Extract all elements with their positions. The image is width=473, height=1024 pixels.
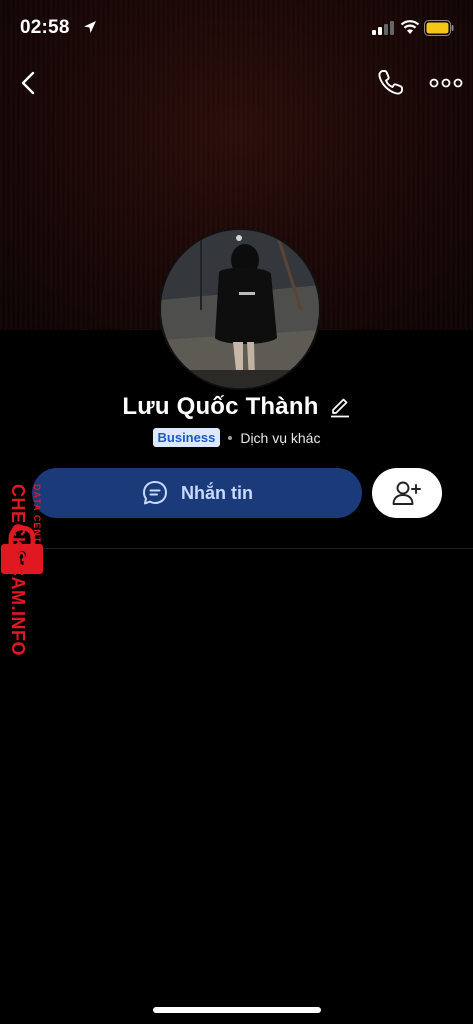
business-category: Dịch vụ khác [240, 429, 321, 446]
home-indicator[interactable] [153, 1007, 321, 1013]
edit-pencil-icon[interactable] [329, 396, 351, 418]
chat-bubble-icon [143, 481, 167, 505]
more-options-icon[interactable] [428, 72, 464, 94]
status-bar: 02:58 [0, 0, 473, 58]
section-divider [0, 548, 473, 549]
phone-call-icon[interactable] [374, 67, 406, 99]
separator-dot [228, 435, 233, 440]
battery-icon [424, 20, 454, 36]
status-time: 02:58 [20, 17, 70, 38]
watermark-text: CHECKSCAM.INFO [8, 484, 28, 656]
add-user-icon [392, 481, 421, 505]
business-badge: Business [152, 428, 221, 447]
back-chevron-icon[interactable] [14, 66, 44, 100]
watermark-subtext: DATA CENTER [32, 484, 42, 558]
profile-name-row: Lưu Quốc Thành [0, 393, 473, 421]
message-button-label: Nhắn tin [181, 482, 253, 503]
message-button[interactable]: Nhắn tin [32, 468, 362, 518]
avatar-photo [161, 230, 319, 388]
avatar[interactable] [159, 228, 321, 390]
add-friend-button[interactable] [372, 468, 442, 518]
profile-name: Lưu Quốc Thành [122, 393, 319, 420]
profile-meta: Business Dịch vụ khác [0, 428, 473, 447]
wifi-icon [400, 20, 420, 34]
cellular-signal-icon [372, 21, 394, 35]
location-arrow-icon [84, 21, 96, 33]
